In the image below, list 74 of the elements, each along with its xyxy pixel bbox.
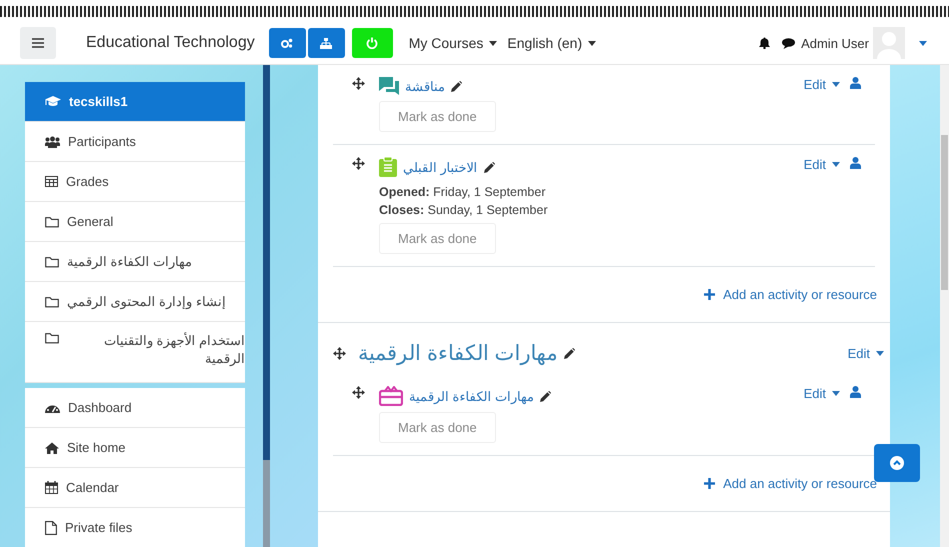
caret-icon: [489, 40, 498, 46]
dropdown-menu[interactable]: My Courses: [408, 35, 498, 51]
calendar-icon: [45, 481, 58, 494]
house-icon: [45, 442, 59, 454]
date-text: Closes: Sunday, 1 September: [379, 203, 548, 217]
scroll-thumb[interactable]: [941, 135, 948, 290]
sidebar-item[interactable]: Site home: [25, 428, 245, 468]
sidebar-item[interactable]: مهارات الكفاءة الرقمية: [25, 242, 245, 282]
pencil-icon: [564, 348, 575, 359]
caret-icon: [876, 351, 884, 356]
folder-icon: [45, 296, 59, 308]
activity-link[interactable]: مهارات الكفاءة الرقمية: [409, 388, 534, 404]
folder-icon: [45, 216, 59, 228]
page-scrollbar[interactable]: [940, 65, 949, 547]
edit-menu[interactable]: Edit: [804, 77, 840, 92]
sidebar-item[interactable]: Grades: [25, 162, 245, 202]
clipboard-icon: [379, 157, 397, 177]
sidebar-item[interactable]: إنشاء وإدارة المحتوى الرقمي: [25, 282, 245, 322]
site-name[interactable]: Educational Technology: [86, 34, 255, 52]
person-icon: [850, 77, 861, 89]
dropdown-menu[interactable]: English (en): [507, 35, 596, 51]
power-icon: [366, 37, 378, 49]
chevron-up-icon: [890, 456, 904, 470]
folder-icon: [45, 256, 59, 268]
chat-bubbles-icon: [379, 77, 399, 95]
table-icon: [45, 176, 58, 187]
move-icon: [352, 386, 365, 399]
graduation-cap-icon: [45, 96, 61, 107]
sidebar-item[interactable]: Dashboard: [25, 388, 245, 428]
menu-button[interactable]: [20, 27, 56, 59]
sidebar-item[interactable]: Private files: [25, 508, 245, 547]
caret-icon: [832, 82, 840, 87]
sidebar-item[interactable]: استخدام الأجهزة والتقنيات الرقمية: [25, 322, 245, 383]
users-icon: [45, 136, 60, 148]
edit-menu[interactable]: Edit: [848, 346, 884, 361]
sidebar-item[interactable]: Participants: [25, 122, 245, 162]
pencil-icon: [540, 390, 552, 402]
cogs-icon: [281, 38, 294, 48]
sitemap-button[interactable]: [308, 28, 345, 58]
person-icon: [850, 157, 861, 169]
sidebar-item[interactable]: Calendar: [25, 468, 245, 508]
file-icon: [45, 520, 57, 534]
scrollbar[interactable]: [263, 65, 270, 547]
cogs-button[interactable]: [268, 28, 306, 58]
sitemap-icon: [320, 38, 332, 48]
plus-icon: [704, 289, 716, 300]
add-activity-link[interactable]: Add an activity or resource: [704, 287, 877, 302]
user-name[interactable]: Admin User: [801, 36, 869, 50]
section-title[interactable]: مهارات الكفاءة الرقمية: [358, 341, 558, 366]
move-icon: [352, 157, 365, 170]
pencil-icon: [451, 80, 462, 92]
chat-icon[interactable]: [782, 38, 796, 48]
pencil-icon: [484, 162, 495, 172]
gift-icon: [379, 386, 403, 406]
person-icon: [850, 386, 861, 398]
folder-icon: [45, 332, 59, 344]
sidebar-item[interactable]: tecskills1: [25, 82, 245, 122]
caret-icon: [832, 391, 840, 396]
add-activity-link[interactable]: Add an activity or resource: [704, 476, 877, 491]
sidebar-item[interactable]: General: [25, 202, 245, 242]
edit-menu[interactable]: Edit: [804, 157, 840, 172]
move-icon: [333, 347, 346, 360]
back-to-top-button[interactable]: [874, 444, 920, 482]
caret-icon: [832, 162, 840, 167]
caret-icon[interactable]: [919, 40, 927, 46]
plus-icon: [704, 478, 716, 489]
activity-link[interactable]: الاختبار القبلي: [403, 160, 478, 174]
move-icon: [352, 77, 365, 90]
edit-menu[interactable]: Edit: [804, 386, 840, 401]
caret-icon: [588, 40, 596, 46]
date-text: Opened: Friday, 1 September: [379, 185, 546, 199]
bell-icon[interactable]: [759, 37, 770, 49]
activity-link[interactable]: مناقشة: [405, 78, 445, 94]
menu-icon: [32, 38, 44, 48]
